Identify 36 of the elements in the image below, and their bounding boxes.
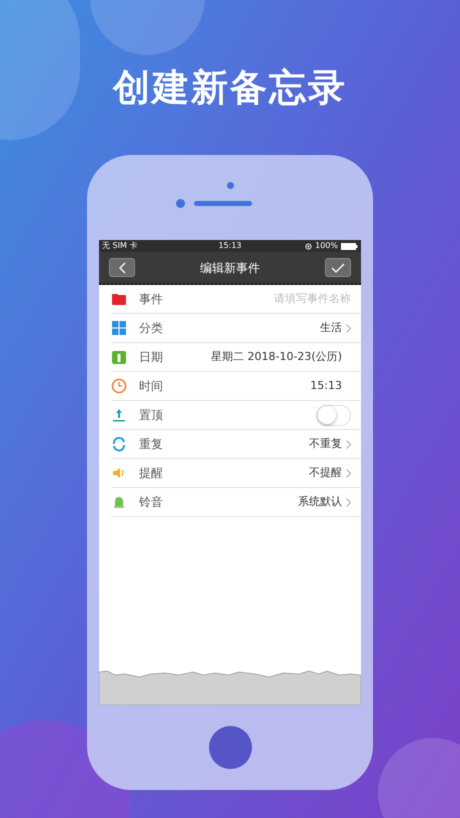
clock-icon: [111, 378, 127, 394]
rotation-lock-icon: [305, 242, 312, 250]
row-label: 提醒: [139, 465, 163, 482]
row-value[interactable]: 不重复: [309, 436, 342, 452]
row-label: 时间: [139, 378, 163, 395]
back-icon: [118, 262, 126, 274]
headline: 创建新备忘录: [113, 65, 347, 111]
status-time: 15:13: [217, 240, 243, 252]
toggle-switch[interactable]: [316, 404, 351, 426]
refresh-icon: [111, 436, 127, 452]
back-button[interactable]: [109, 258, 135, 277]
row-value[interactable]: 系统默认: [298, 494, 342, 510]
battery-icon: [341, 242, 358, 250]
row-label: 事件: [139, 291, 163, 308]
row-label: 重复: [139, 436, 163, 453]
battery-text: 100%: [315, 240, 338, 252]
row-value[interactable]: 15:13: [310, 378, 342, 394]
row-label: 日期: [139, 349, 163, 366]
row-label: 分类: [139, 320, 163, 337]
nav-title: 编辑新事件: [200, 260, 260, 276]
row-value[interactable]: 生活: [320, 320, 342, 336]
row-label: 铃音: [139, 494, 163, 511]
speaker-slot: [194, 201, 252, 206]
home-button[interactable]: [208, 726, 252, 769]
upload-icon: [111, 407, 127, 423]
check-icon: [331, 262, 345, 272]
folder-icon: [111, 291, 127, 307]
bell-icon: [111, 494, 127, 510]
grid-icon: [111, 320, 127, 336]
calendar-icon: [111, 349, 127, 365]
row-value[interactable]: 不提醒: [309, 464, 342, 482]
carrier-text: 无 SIM 卡: [102, 240, 138, 252]
confirm-button[interactable]: [325, 258, 351, 277]
row-value[interactable]: 星期二 2018-10-23(公历): [210, 348, 342, 366]
row-label: 置顶: [139, 407, 163, 424]
event-name-field[interactable]: 请填写事件名称: [201, 290, 351, 308]
